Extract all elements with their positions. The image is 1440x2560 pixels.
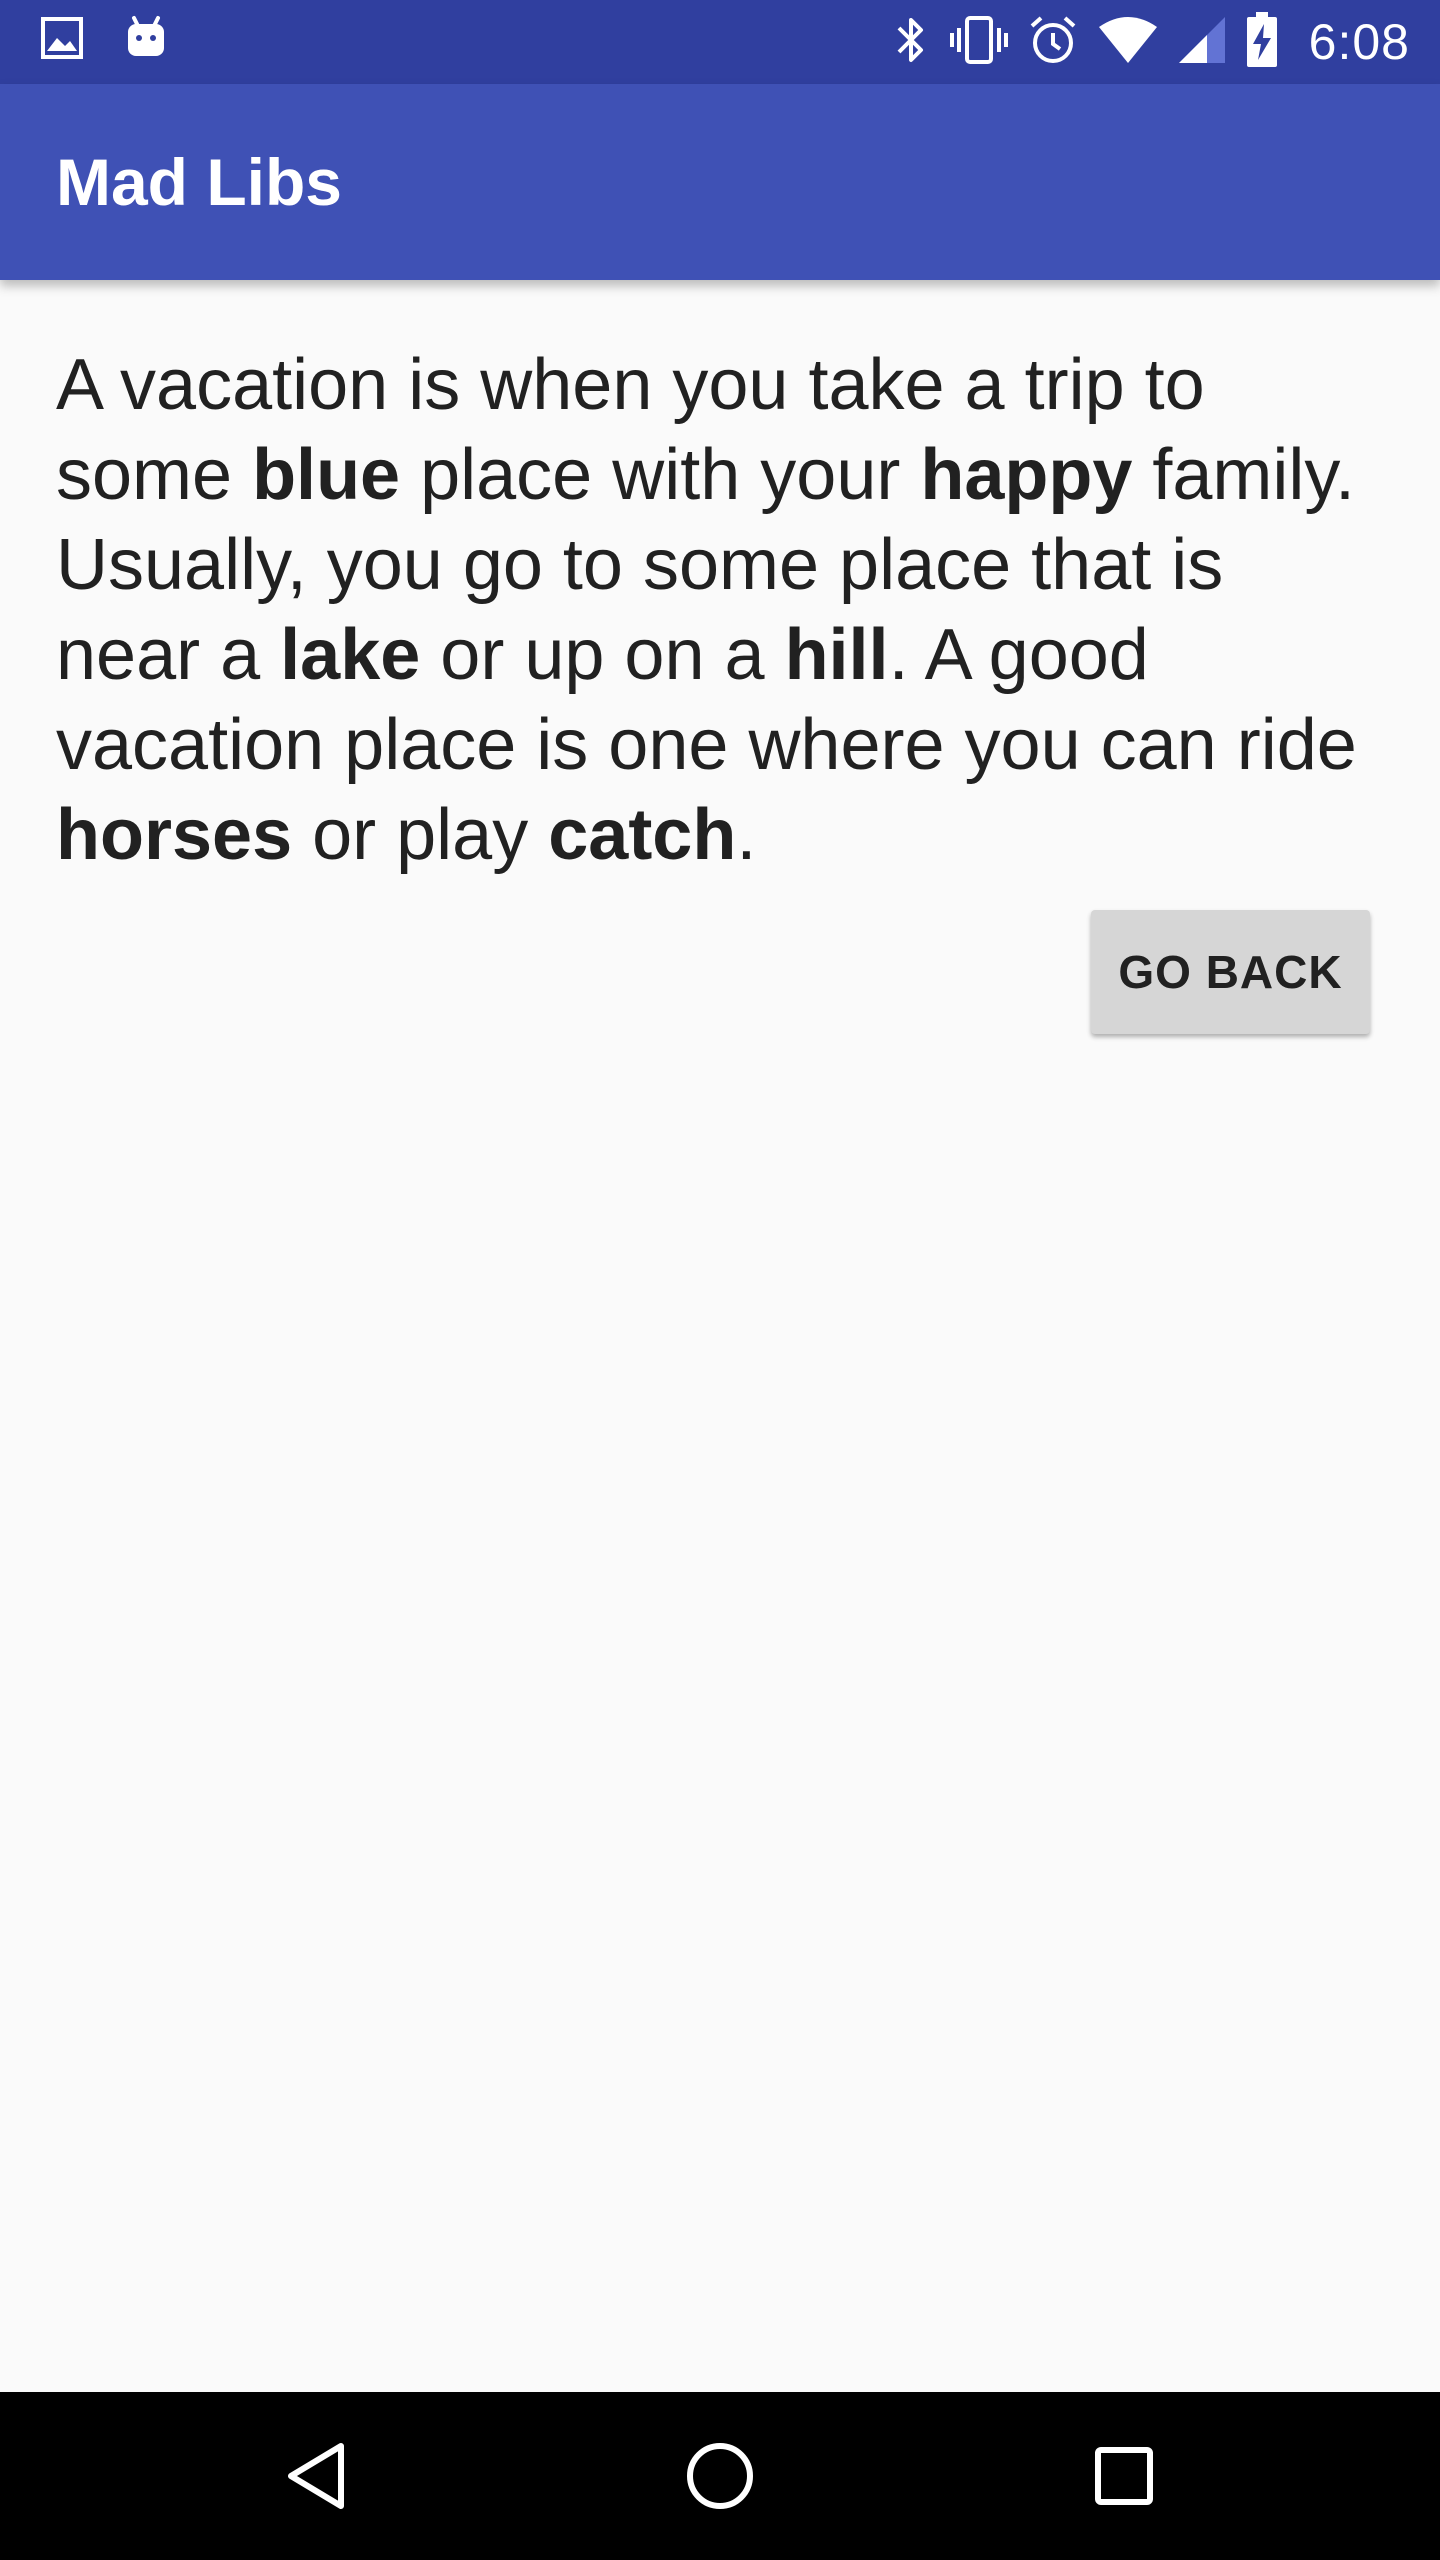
story-segment: place with your xyxy=(400,435,921,515)
app-bar: Mad Libs xyxy=(0,84,1440,280)
back-icon[interactable] xyxy=(274,2434,358,2518)
status-bar: 6:08 xyxy=(0,0,1440,84)
story-container: A vacation is when you take a trip to so… xyxy=(56,340,1386,880)
story-segment: or up on a xyxy=(420,615,785,695)
story-filled-word: horses xyxy=(56,795,293,875)
story-filled-word: hill xyxy=(784,615,889,695)
bluetooth-icon xyxy=(891,14,931,71)
story-segment: or play xyxy=(292,795,549,875)
navigation-bar xyxy=(0,2392,1440,2560)
alarm-icon xyxy=(1027,14,1079,71)
app-title: Mad Libs xyxy=(56,145,343,219)
story-filled-word: happy xyxy=(920,435,1133,515)
story-filled-word: lake xyxy=(280,615,421,695)
story-segment: . xyxy=(736,795,757,875)
recents-icon[interactable] xyxy=(1082,2434,1166,2518)
go-back-button[interactable]: GO BACK xyxy=(1091,910,1370,1034)
story-filled-word: blue xyxy=(252,435,401,515)
story-text: A vacation is when you take a trip to so… xyxy=(56,340,1386,880)
signal-icon xyxy=(1177,15,1227,70)
android-icon xyxy=(124,14,168,67)
story-filled-word: catch xyxy=(548,795,737,875)
status-right: 6:08 xyxy=(891,0,1410,84)
image-icon xyxy=(40,16,84,65)
home-icon[interactable] xyxy=(678,2434,762,2518)
wifi-icon xyxy=(1097,15,1159,70)
status-time: 6:08 xyxy=(1308,14,1410,70)
screen: 6:08 Mad Libs A vacation is when you tak… xyxy=(0,0,1440,2560)
vibrate-icon xyxy=(949,14,1009,71)
battery-charging-icon xyxy=(1245,11,1279,73)
status-left xyxy=(40,14,168,67)
